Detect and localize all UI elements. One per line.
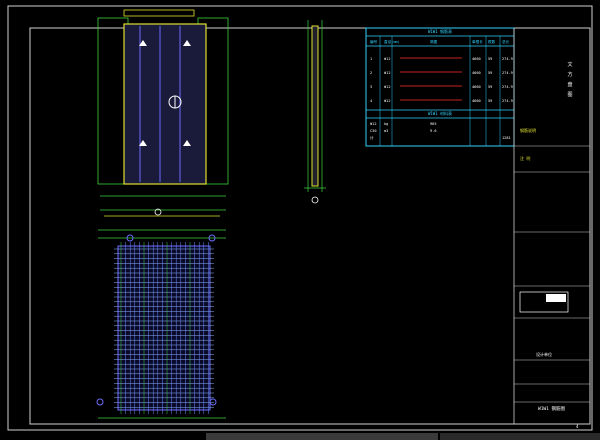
table-cell: 2 [370, 71, 372, 75]
table-cell: 59 [488, 57, 492, 61]
section-slab [311, 25, 319, 187]
title-char-1: 文 [567, 61, 572, 68]
table-cell: Φ12 [384, 99, 391, 103]
table-cell: 274.9 [502, 99, 513, 103]
cad-viewport[interactable]: W1W1 钢筋表 W1W1 材料表 文 方 盘 图 钢筋说明 注 明 设计单位 … [0, 0, 600, 440]
title-char-3: 盘 [567, 81, 572, 88]
table-header-cell: 单根长 [472, 39, 483, 44]
notes-sub: 注 明 [520, 155, 530, 161]
table-cell: 4660 [472, 99, 481, 103]
table-cell: Φ12 [384, 57, 391, 61]
company-name: 设计单位 [536, 351, 552, 357]
table-cell: 274.9 [502, 71, 513, 75]
summary-title: W1W1 材料表 [428, 110, 452, 116]
table-cell: 1 [370, 57, 372, 61]
table-title: W1W1 钢筋表 [428, 28, 452, 34]
status-strip [206, 433, 600, 440]
table-cell: 4660 [472, 85, 481, 89]
summary-cell: 计 [370, 135, 374, 140]
table-header-cell: 根数 [488, 39, 496, 44]
notes-label: 钢筋说明 [520, 127, 536, 133]
table-cell: 274.9 [502, 57, 513, 61]
summary-cell: Φ12 [370, 122, 377, 126]
summary-cell: 965 [430, 122, 437, 126]
table-cell: 4 [370, 99, 372, 103]
table-cell: 3 [370, 85, 372, 89]
summary-cell: 1281 [502, 136, 511, 140]
table-cell: 59 [488, 85, 492, 89]
table-cell: Φ12 [384, 71, 391, 75]
summary-cell: 9.6 [430, 129, 437, 133]
summary-cell: C30 [370, 129, 377, 133]
table-header-cell: 总长 [502, 39, 510, 44]
table-cell: Φ12 [384, 85, 391, 89]
project-title: W1W1 钢筋图 [538, 405, 566, 412]
table-cell: 59 [488, 71, 492, 75]
table-header-cell: 编号 [370, 39, 378, 44]
section-view[interactable] [304, 20, 326, 204]
outer-border [7, 5, 593, 431]
table-cell: 59 [488, 99, 492, 103]
summary-cell: m3 [384, 129, 388, 133]
plan-slab [123, 23, 207, 185]
table-cell: 274.9 [502, 85, 513, 89]
sheet-number: 4 [576, 424, 579, 429]
summary-cell: kg [384, 122, 388, 126]
plan-top-dim [123, 9, 195, 17]
title-char-2: 方 [567, 71, 572, 78]
plan-view[interactable] [97, 9, 229, 217]
table-cell: 4660 [472, 71, 481, 75]
table-header-cell: 简图 [430, 39, 438, 44]
table-header-cell: 直径(mm) [384, 39, 400, 44]
drawing-canvas[interactable]: W1W1 钢筋表 W1W1 材料表 文 方 盘 图 钢筋说明 注 明 设计单位 … [0, 0, 600, 440]
rebar-plan-view[interactable] [96, 229, 226, 419]
table-cell: 4660 [472, 57, 481, 61]
title-block[interactable]: 文 方 盘 图 钢筋说明 注 明 设计单位 W1W1 钢筋图 4 [513, 28, 590, 429]
title-char-4: 图 [567, 92, 572, 98]
